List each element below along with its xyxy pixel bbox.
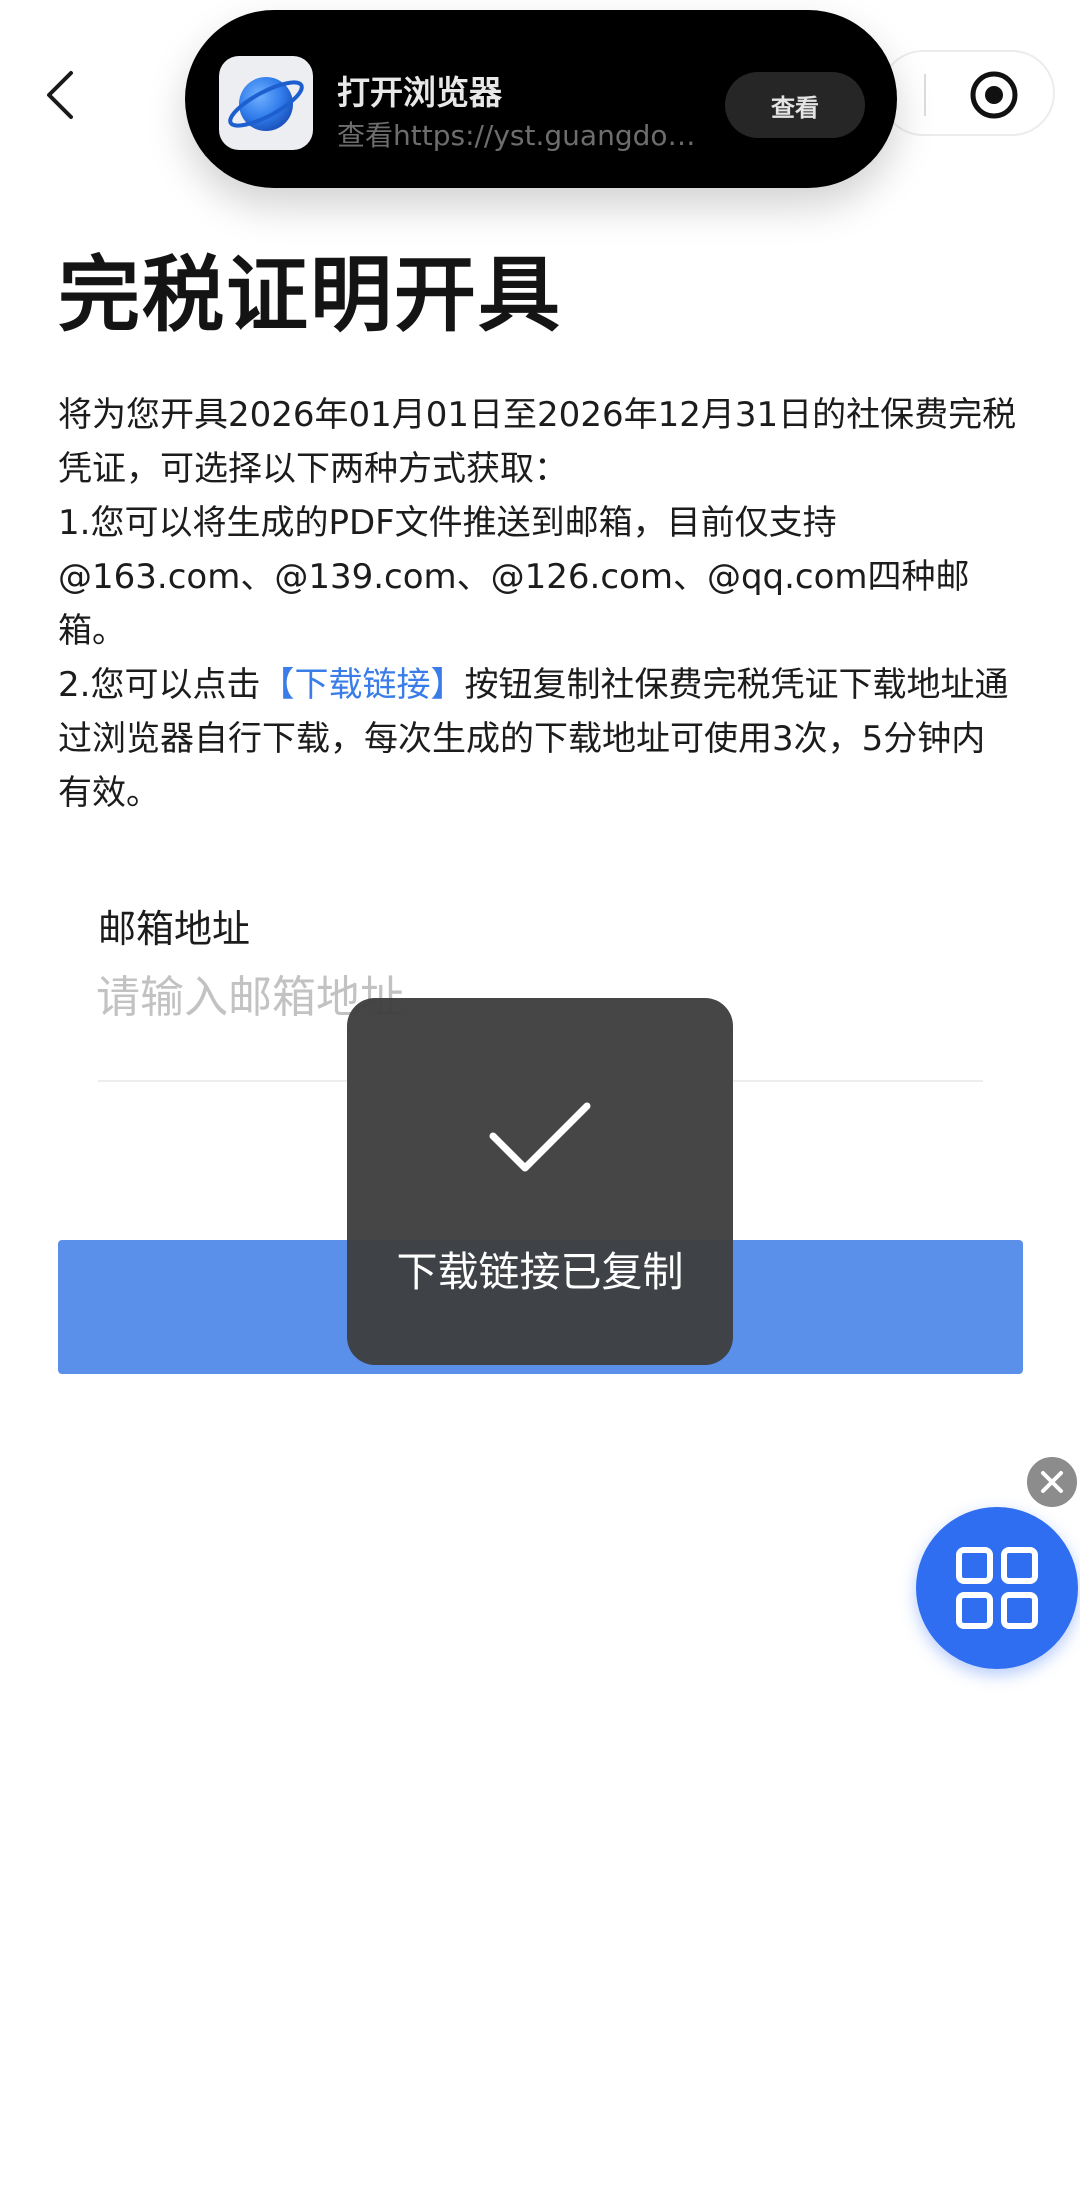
email-label: 邮箱地址 [98, 907, 251, 951]
record-target-icon[interactable] [967, 68, 1021, 122]
description-item-download: 2.您可以点击【下载链接】按钮复制社保费完税凭证下载地址通过浏览器自行下载，每次… [58, 658, 1018, 820]
floating-menu-close-button[interactable] [1024, 1454, 1080, 1510]
toast-message: 下载链接已复制 [396, 1248, 684, 1296]
description: 将为您开具2026年01月01日至2026年12月31日的社保费完税凭证，可选择… [58, 388, 1018, 820]
browser-planet-icon [219, 56, 313, 150]
banner-title: 打开浏览器 [337, 73, 502, 112]
checkmark-icon [489, 1102, 591, 1172]
close-icon [1041, 1471, 1063, 1493]
grid-apps-icon [956, 1547, 1038, 1629]
description-item-download-prefix: 2.您可以点击 [58, 665, 261, 705]
banner-view-button[interactable]: 查看 [725, 72, 865, 138]
chevron-left-icon [47, 71, 73, 119]
download-link[interactable]: 【下载链接】 [260, 665, 464, 705]
capsule-menu [880, 50, 1055, 136]
page-title: 完税证明开具 [58, 248, 563, 343]
description-intro: 将为您开具2026年01月01日至2026年12月31日的社保费完税凭证，可选择… [58, 395, 1017, 489]
page: 完税证明开具 将为您开具2026年01月01日至2026年12月31日的社保费完… [0, 0, 1080, 2193]
floating-menu-button[interactable] [916, 1507, 1078, 1669]
notification-banner[interactable]: 打开浏览器 查看https://yst.guangdong.gov.cn 查看 [185, 10, 897, 188]
back-button[interactable] [30, 60, 90, 130]
banner-subtitle: 查看https://yst.guangdong.gov.cn [337, 119, 697, 152]
description-item-email: 1.您可以将生成的PDF文件推送到邮箱，目前仅支持@163.com、@139.c… [58, 503, 970, 651]
capsule-divider [924, 74, 926, 116]
toast: 下载链接已复制 [347, 998, 733, 1365]
